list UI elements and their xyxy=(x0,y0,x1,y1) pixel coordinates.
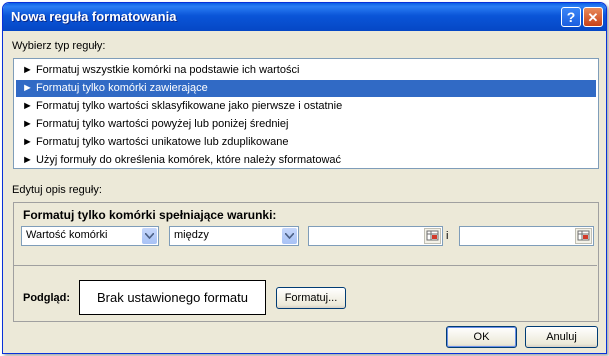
and-label: i xyxy=(446,230,449,242)
divider xyxy=(13,265,597,266)
rule-type-item[interactable]: ► Użyj formuły do określenia komórek, kt… xyxy=(16,152,596,169)
title-bar[interactable]: Nowa reguła formatowania ? ✕ xyxy=(3,3,606,31)
rule-type-item[interactable]: ► Formatuj wszystkie komórki na podstawi… xyxy=(16,62,596,79)
rule-type-item[interactable]: ► Formatuj tylko wartości sklasyfikowane… xyxy=(16,98,596,115)
second-value-field[interactable] xyxy=(459,226,594,246)
format-button[interactable]: Formatuj... xyxy=(276,287,346,309)
range-picker-icon[interactable] xyxy=(424,228,441,244)
edit-rule-label: Edytuj opis reguły: xyxy=(12,184,102,196)
format-preview: Brak ustawionego formatu xyxy=(79,280,266,315)
rule-type-item[interactable]: ► Formatuj tylko wartości powyżej lub po… xyxy=(16,116,596,133)
condition-heading: Formatuj tylko komórki spełniające warun… xyxy=(23,208,277,222)
close-button[interactable]: ✕ xyxy=(583,7,603,27)
rule-type-item[interactable]: ► Formatuj tylko wartości unikatowe lub … xyxy=(16,134,596,151)
rule-type-list[interactable]: ► Formatuj wszystkie komórki na podstawi… xyxy=(13,58,599,169)
chevron-down-icon[interactable] xyxy=(142,228,157,244)
range-picker-icon[interactable] xyxy=(575,228,592,244)
dialog-window: Nowa reguła formatowania ? ✕ Wybierz typ… xyxy=(2,2,607,354)
dialog-title: Nowa reguła formatowania xyxy=(11,9,177,24)
cancel-button[interactable]: Anuluj xyxy=(525,326,598,348)
condition-type-value: Wartość komórki xyxy=(26,229,108,241)
ok-button[interactable]: OK xyxy=(446,326,517,348)
first-value-field[interactable] xyxy=(308,226,443,246)
condition-type-select[interactable]: Wartość komórki xyxy=(21,226,159,246)
preview-label: Podgląd: xyxy=(23,292,71,304)
chevron-down-icon[interactable] xyxy=(282,228,297,244)
rule-type-label: Wybierz typ reguły: xyxy=(12,40,106,52)
help-button[interactable]: ? xyxy=(561,7,581,27)
operator-select[interactable]: między xyxy=(169,226,299,246)
rule-type-item-selected[interactable]: ► Formatuj tylko komórki zawierające xyxy=(16,80,596,97)
operator-value: między xyxy=(174,229,209,241)
